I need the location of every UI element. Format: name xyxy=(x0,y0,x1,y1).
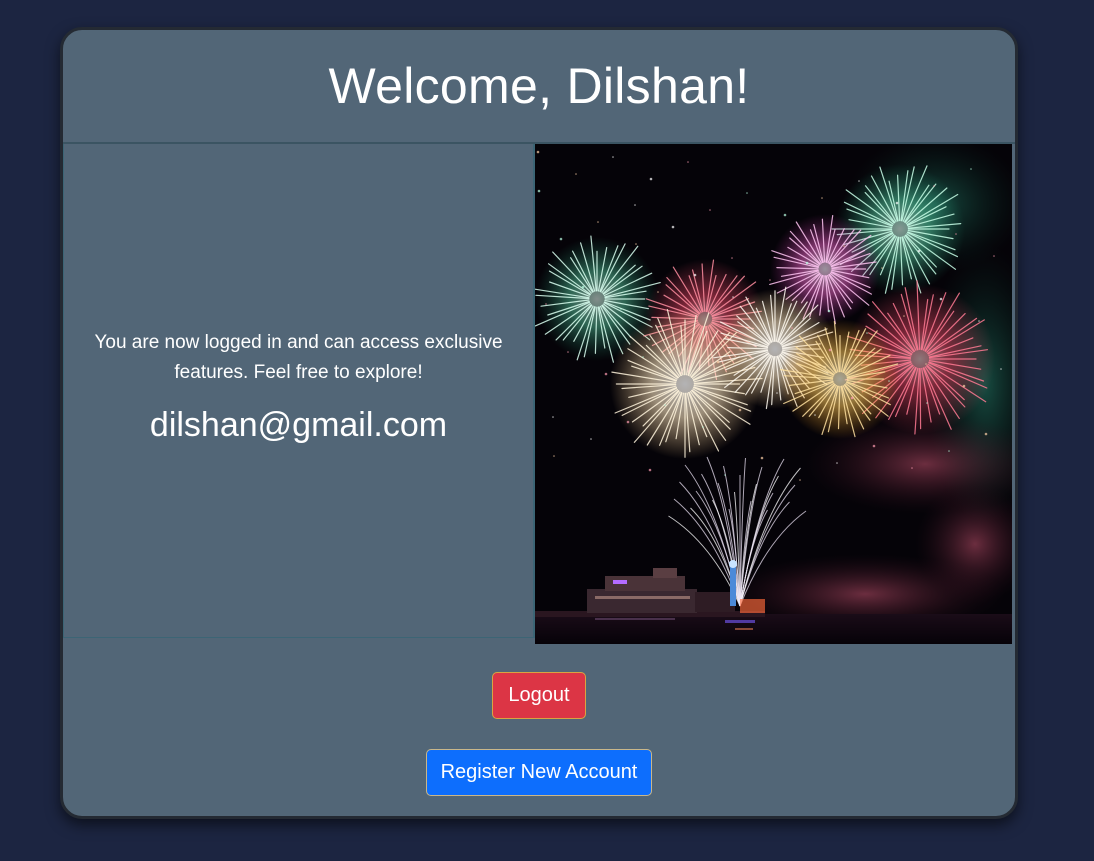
card-header: Welcome, Dilshan! xyxy=(63,30,1015,144)
page-title: Welcome, Dilshan! xyxy=(328,58,750,114)
welcome-message: You are now logged in and can access exc… xyxy=(94,332,503,383)
actions-area: Logout Register New Account xyxy=(63,642,1015,816)
logout-button[interactable]: Logout xyxy=(492,672,586,719)
info-pane: You are now logged in and can access exc… xyxy=(63,144,535,638)
register-new-account-button[interactable]: Register New Account xyxy=(426,749,652,796)
fireworks-image xyxy=(535,144,1012,644)
user-email: dilshan@gmail.com xyxy=(149,406,448,444)
welcome-card: Welcome, Dilshan! You are now logged in … xyxy=(60,27,1018,819)
gold-firework-burst xyxy=(780,319,900,439)
fireworks-illustration xyxy=(535,144,1012,644)
content-row: You are now logged in and can access exc… xyxy=(63,144,1015,644)
